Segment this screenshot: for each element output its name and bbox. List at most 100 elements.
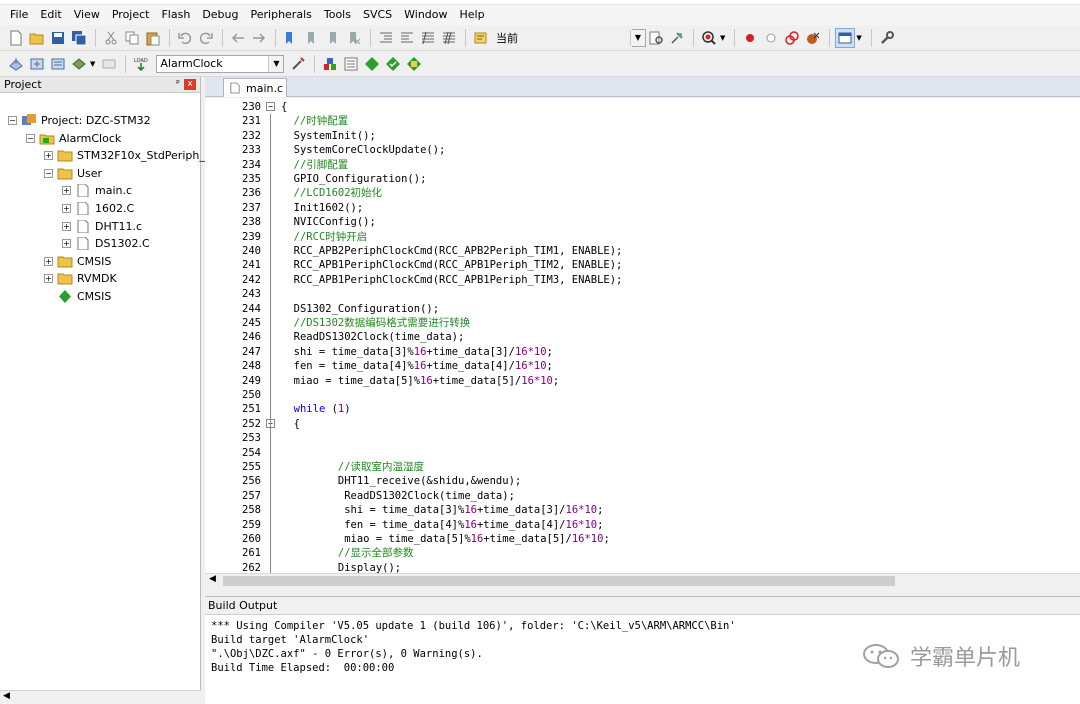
tree-item[interactable]: + DS1302.C (62, 235, 150, 252)
target-select-value: AlarmClock (160, 57, 223, 70)
tree-item[interactable]: + RVMDK (44, 270, 117, 287)
menu-file[interactable]: File (4, 5, 34, 25)
menu-peripherals[interactable]: Peripherals (245, 5, 318, 25)
collapse-icon[interactable]: − (8, 116, 17, 125)
file-extensions-icon[interactable] (341, 54, 361, 74)
bookmark-clear-icon[interactable] (344, 28, 364, 48)
tree-item[interactable]: + main.c (62, 182, 132, 199)
pin-icon[interactable]: ᵖ (176, 79, 180, 89)
download-load-icon[interactable]: LOAD (131, 54, 151, 74)
close-icon[interactable]: x (184, 79, 196, 90)
scroll-left-icon[interactable]: ◀ (3, 691, 10, 701)
breakpoint-disable-all-icon[interactable] (782, 28, 802, 48)
paste-icon[interactable] (143, 28, 163, 48)
project-hscrollbar[interactable]: ◀ (0, 690, 201, 704)
tree-item[interactable]: + DHT11.c (62, 218, 142, 235)
expand-icon[interactable]: + (62, 204, 71, 213)
dropdown-arrow-icon[interactable]: ▼ (90, 60, 95, 68)
indent-icon[interactable] (376, 28, 396, 48)
expand-icon[interactable]: + (62, 239, 71, 249)
code-line: 241 RCC_APB1PeriphClockCmd(RCC_APB1Perip… (205, 258, 1080, 272)
pack-installer-icon[interactable] (362, 54, 382, 74)
tree-item[interactable]: − Project: DZC-STM32 (8, 112, 151, 129)
breakpoint-insert-icon[interactable] (740, 28, 760, 48)
menu-svcs[interactable]: SVCS (357, 5, 398, 25)
menu-help[interactable]: Help (454, 5, 491, 25)
tree-item[interactable]: + STM32F10x_StdPeriph_Dri (44, 147, 221, 164)
dropdown-arrow-icon[interactable]: ▼ (856, 34, 861, 42)
tree-item-label: CMSIS (77, 290, 112, 303)
tree-item[interactable]: − User (44, 165, 102, 182)
select-packs-icon[interactable] (383, 54, 403, 74)
tree-item[interactable]: + CMSIS (44, 253, 111, 270)
collapse-icon[interactable]: − (26, 133, 35, 143)
tab-main-c[interactable]: main.c (223, 78, 287, 97)
menu-flash[interactable]: Flash (155, 5, 196, 25)
copy-icon[interactable] (122, 28, 142, 48)
tree-item[interactable]: CMSIS (44, 288, 111, 305)
fold-toggle-icon[interactable]: − (266, 102, 275, 111)
new-file-icon[interactable] (6, 28, 26, 48)
collapse-icon[interactable]: − (44, 168, 53, 178)
build-icon[interactable] (27, 54, 47, 74)
code-line: 259 fen = time_data[4]%16+time_data[4]/1… (205, 518, 1080, 532)
code-text: while (1) (293, 403, 351, 416)
nav-back-icon[interactable] (228, 28, 248, 48)
build-output-title: Build Output (208, 599, 278, 612)
save-all-icon[interactable] (69, 28, 89, 48)
menu-edit[interactable]: Edit (34, 5, 67, 25)
expand-icon[interactable]: + (62, 186, 71, 196)
expand-icon[interactable]: + (44, 256, 53, 266)
undo-icon[interactable] (175, 28, 195, 48)
target-select[interactable]: AlarmClock ▼ (156, 54, 285, 73)
configure-wrench-icon[interactable] (877, 28, 897, 48)
debug-session-icon[interactable] (699, 28, 719, 48)
menu-debug[interactable]: Debug (196, 5, 244, 25)
bookmark-next-icon[interactable] (323, 28, 343, 48)
file-icon (230, 82, 240, 94)
scroll-left-icon[interactable]: ◀ (209, 574, 216, 584)
rebuild-icon[interactable] (48, 54, 68, 74)
open-folder-icon[interactable] (27, 28, 47, 48)
menu-view[interactable]: View (68, 5, 106, 25)
tree-item-label: User (77, 166, 103, 180)
code-editor[interactable]: 230−{231 //时钟配置 232 SystemInit(); 233 Syst… (205, 98, 1080, 573)
manage-components-icon[interactable] (320, 54, 340, 74)
current-label: 当前 (496, 31, 518, 45)
compile-icon[interactable] (6, 54, 26, 74)
expand-icon[interactable]: + (44, 274, 53, 284)
find-in-files-icon[interactable] (471, 28, 491, 48)
menu-project[interactable]: Project (106, 5, 156, 25)
uncomment-icon[interactable] (439, 28, 459, 48)
editor-hscrollbar[interactable]: ◀ (205, 573, 1080, 587)
tree-item-label: main.c (95, 184, 133, 198)
find-icon[interactable] (646, 28, 666, 48)
breakpoint-kill-all-icon[interactable] (803, 28, 823, 48)
batch-build-icon[interactable] (69, 54, 89, 74)
save-icon[interactable] (48, 28, 68, 48)
menu-tools[interactable]: Tools (318, 5, 357, 25)
dropdown-arrow-icon[interactable]: ▼ (720, 34, 725, 42)
expand-icon[interactable]: + (44, 151, 53, 161)
window-layout-icon[interactable] (835, 27, 856, 48)
bookmark-toggle-icon[interactable] (281, 28, 301, 48)
find-combo-dropdown[interactable]: ▼ (630, 28, 646, 47)
line-number: 257 (242, 489, 261, 502)
target-options-icon[interactable] (288, 54, 308, 74)
nav-forward-icon[interactable] (249, 28, 269, 48)
folder-icon (57, 255, 73, 268)
tree-item[interactable]: − AlarmClock (26, 130, 121, 147)
cut-icon[interactable] (101, 28, 121, 48)
unindent-icon[interactable] (397, 28, 417, 48)
bookmark-prev-icon[interactable] (302, 28, 322, 48)
stop-build-icon[interactable] (99, 54, 119, 74)
redo-icon[interactable] (196, 28, 216, 48)
tree-item[interactable]: +1602.C (62, 200, 134, 217)
breakpoint-disable-icon[interactable] (761, 28, 781, 48)
comment-icon[interactable] (418, 28, 438, 48)
expand-icon[interactable]: + (62, 221, 71, 231)
scrollbar-thumb[interactable] (223, 576, 895, 586)
incremental-find-icon[interactable] (667, 28, 687, 48)
run-time-environment-icon[interactable] (404, 54, 424, 74)
menu-window[interactable]: Window (398, 5, 453, 25)
